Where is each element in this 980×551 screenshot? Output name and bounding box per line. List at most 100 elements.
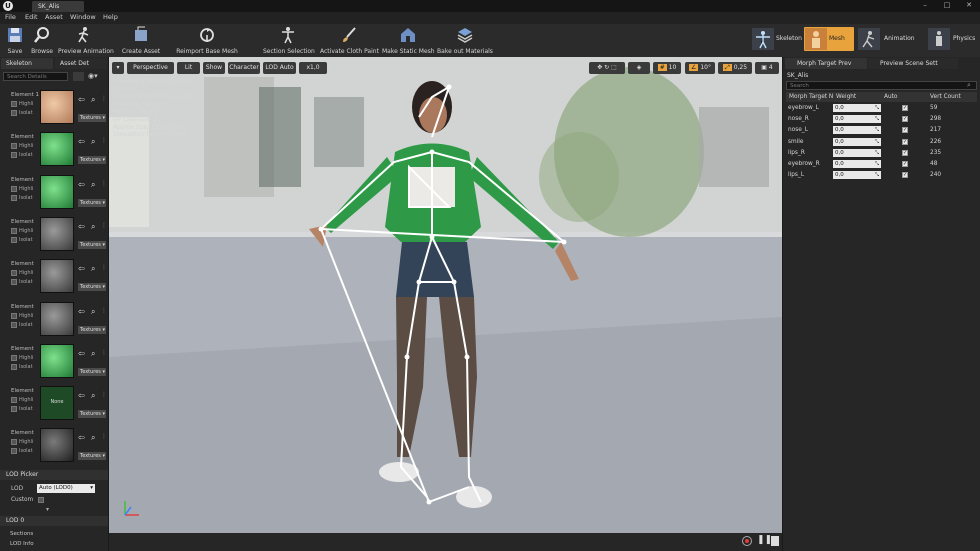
col-weight[interactable]: Weight [836, 92, 856, 102]
use-selected-arrow-icon[interactable]: ⇦ [78, 137, 85, 146]
bake-out-materials-button[interactable]: Bake out Materials [437, 25, 493, 56]
highlight-checkbox[interactable] [11, 270, 17, 277]
material-thumbnail[interactable] [40, 343, 74, 378]
highlight-checkbox[interactable] [11, 185, 17, 192]
close-button[interactable]: ✕ [962, 1, 976, 10]
mode-mesh-button[interactable]: Mesh [804, 27, 854, 51]
morph-target-row[interactable]: nose_R 0,0 ⤡ ✓ 298 [786, 114, 977, 125]
browse-search-icon[interactable]: ⌕ [91, 433, 95, 443]
material-thumbnail[interactable] [40, 174, 74, 209]
menu-file[interactable]: File [5, 13, 16, 21]
save-button[interactable]: Save [3, 25, 27, 56]
morph-target-row[interactable]: eyebrow_R 0,0 ⤡ ✓ 48 [786, 159, 977, 170]
isolate-checkbox[interactable] [11, 110, 17, 116]
textures-button[interactable]: Textures ▾ [78, 325, 106, 334]
weight-input[interactable]: 0,0 ⤡ [833, 137, 881, 146]
material-thumbnail[interactable] [40, 132, 74, 167]
isolate-checkbox[interactable] [11, 194, 17, 201]
material-thumbnail[interactable] [40, 259, 74, 294]
use-selected-arrow-icon[interactable]: ⇦ [78, 222, 85, 231]
camera-speed-button[interactable]: ▣ 4 [755, 62, 779, 74]
menu-help[interactable]: Help [103, 13, 118, 21]
section-selection-button[interactable]: Section Selection [263, 25, 315, 56]
more-options-icon[interactable]: ⋮ [101, 222, 107, 229]
browse-search-icon[interactable]: ⌕ [91, 391, 95, 401]
material-thumbnail[interactable] [40, 301, 74, 336]
tab-asset-details[interactable]: Asset Det [55, 58, 107, 69]
material-thumbnail[interactable] [40, 90, 74, 124]
isolate-checkbox[interactable] [11, 406, 17, 413]
textures-button[interactable]: Textures ▾ [78, 410, 106, 419]
weight-input[interactable]: 0,0 ⤡ [833, 171, 881, 180]
textures-button[interactable]: Textures ▾ [78, 240, 106, 249]
reimport-base-mesh-button[interactable]: Reimport Base Mesh [176, 25, 238, 56]
weight-input[interactable]: 0,0 ⤡ [833, 126, 881, 135]
more-options-icon[interactable]: ⋮ [101, 307, 107, 314]
minimize-button[interactable]: – [918, 1, 932, 10]
lod-picker-header[interactable]: LOD Picker [0, 470, 108, 480]
create-asset-button[interactable]: Create Asset [118, 25, 164, 56]
pause-button[interactable]: ❚❚ [757, 535, 772, 545]
browse-search-icon[interactable]: ⌕ [91, 222, 95, 232]
auto-checkbox[interactable]: ✓ [902, 105, 908, 111]
rotation-snap-toggle[interactable]: ∠ 10° [685, 62, 715, 74]
material-thumbnail[interactable]: None [40, 386, 74, 421]
col-morph-target-name[interactable]: Morph Target N [789, 92, 833, 102]
record-button[interactable] [742, 536, 752, 546]
tab-morph-target-preview[interactable]: Morph Target Prev [785, 58, 867, 69]
use-selected-arrow-icon[interactable]: ⇦ [78, 264, 85, 273]
mode-animation-button[interactable]: Animation [858, 27, 924, 51]
morph-target-row[interactable]: lips_R 0,0 ⤡ ✓ 235 [786, 148, 977, 159]
details-search-input[interactable]: Search Details [3, 72, 68, 81]
browse-search-icon[interactable]: ⌕ [91, 137, 95, 147]
more-options-icon[interactable]: ⋮ [101, 349, 107, 356]
highlight-checkbox[interactable] [11, 397, 17, 404]
browse-search-icon[interactable]: ⌕ [91, 307, 95, 317]
playback-speed-button[interactable]: x1,0 [299, 62, 327, 74]
browse-search-icon[interactable]: ⌕ [91, 180, 95, 190]
viewport[interactable] [109, 57, 782, 533]
show-button[interactable]: Show [203, 62, 225, 74]
textures-button[interactable]: Textures ▾ [78, 367, 106, 376]
eye-visibility-icon[interactable]: ◉▾ [88, 72, 104, 81]
col-vert-count[interactable]: Vert Count [930, 92, 961, 102]
more-options-icon[interactable]: ⋮ [101, 391, 107, 398]
textures-button[interactable]: Textures ▾ [78, 114, 106, 122]
activate-cloth-paint-button[interactable]: Activate Cloth Paint [320, 25, 379, 56]
more-options-icon[interactable]: ⋮ [101, 433, 107, 440]
maximize-button[interactable]: □ [940, 1, 954, 10]
auto-checkbox[interactable]: ✓ [902, 116, 908, 123]
use-selected-arrow-icon[interactable]: ⇦ [78, 95, 85, 104]
more-options-icon[interactable]: ⋮ [101, 95, 107, 102]
viewport-options-dropdown[interactable]: ▾ [112, 62, 124, 74]
auto-checkbox[interactable]: ✓ [902, 172, 908, 179]
textures-button[interactable]: Textures ▾ [78, 156, 106, 165]
use-selected-arrow-icon[interactable]: ⇦ [78, 391, 85, 400]
expand-arrow-icon[interactable]: ▾ [46, 506, 49, 513]
make-static-mesh-button[interactable]: Make Static Mesh [382, 25, 435, 56]
morph-target-row[interactable]: smile 0,0 ⤡ ✓ 226 [786, 137, 977, 148]
highlight-checkbox[interactable] [11, 227, 17, 234]
weight-input[interactable]: 0,0 ⤡ [833, 148, 881, 157]
more-options-icon[interactable]: ⋮ [101, 137, 107, 144]
morph-search-input[interactable]: Search [786, 81, 977, 90]
preview-animation-button[interactable]: Preview Animation [58, 25, 114, 56]
highlight-checkbox[interactable] [11, 439, 17, 446]
use-selected-arrow-icon[interactable]: ⇦ [78, 307, 85, 316]
lod-info-label[interactable]: LOD Info [10, 541, 34, 547]
use-selected-arrow-icon[interactable]: ⇦ [78, 433, 85, 442]
use-selected-arrow-icon[interactable]: ⇦ [78, 180, 85, 189]
mode-physics-button[interactable]: Physics [928, 27, 980, 51]
use-selected-arrow-icon[interactable]: ⇦ [78, 349, 85, 358]
isolate-checkbox[interactable] [11, 448, 17, 455]
stop-button[interactable] [771, 536, 779, 546]
highlight-checkbox[interactable] [11, 143, 17, 150]
lod-dropdown[interactable]: Auto (LOD0) ▾ [37, 484, 95, 493]
more-options-icon[interactable]: ⋮ [101, 264, 107, 271]
isolate-checkbox[interactable] [11, 279, 17, 286]
isolate-checkbox[interactable] [11, 363, 17, 370]
transform-tools-group[interactable]: ✥ ↻ ⬚ [589, 62, 625, 74]
material-thumbnail[interactable] [40, 428, 74, 463]
browse-search-icon[interactable]: ⌕ [91, 95, 95, 105]
mode-skeleton-button[interactable]: Skeleton [752, 27, 802, 51]
